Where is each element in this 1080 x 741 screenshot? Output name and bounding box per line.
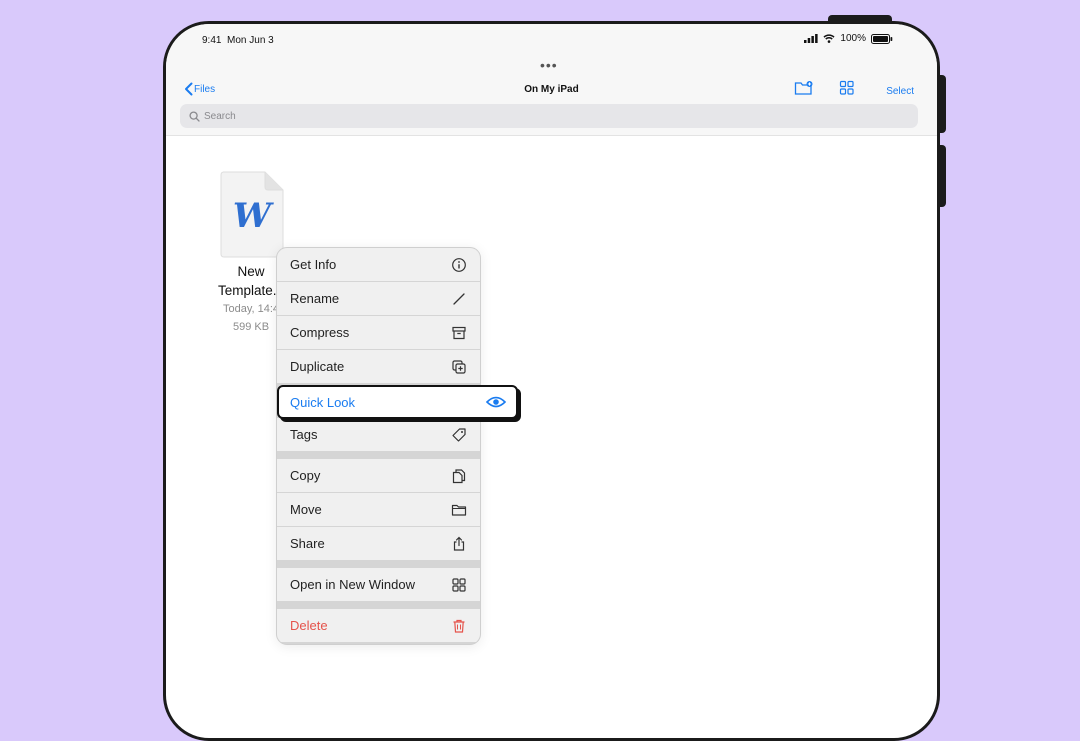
status-indicators: 100%	[804, 33, 893, 44]
battery-icon	[871, 33, 893, 44]
menu-item-label: Duplicate	[290, 359, 345, 374]
window-grid-icon	[452, 577, 466, 592]
search-field[interactable]: Search	[180, 104, 918, 128]
menu-item-label: Move	[290, 502, 322, 517]
status-time: 9:41 Mon Jun 3	[202, 35, 274, 46]
menu-item-copy[interactable]: Copy	[277, 459, 480, 492]
duplicate-icon	[452, 359, 466, 374]
wifi-icon	[823, 34, 835, 43]
menu-item-tags[interactable]: Tags	[277, 418, 480, 451]
cellular-signal-icon	[804, 34, 819, 43]
menu-item-move[interactable]: Move	[277, 493, 480, 526]
menu-item-rename[interactable]: Rename	[277, 282, 480, 315]
menu-item-label: Compress	[290, 325, 350, 340]
menu-item-quick-look[interactable]: Quick Look	[277, 385, 518, 419]
status-date: Mon Jun 3	[227, 35, 274, 46]
menu-item-label: Share	[290, 536, 325, 551]
menu-item-share[interactable]: Share	[277, 527, 480, 560]
menu-item-compress[interactable]: Compress	[277, 316, 480, 349]
menu-item-delete[interactable]: Delete	[277, 609, 480, 642]
menu-item-label: Open in New Window	[290, 577, 415, 592]
tag-icon	[452, 427, 466, 442]
select-button[interactable]: Select	[886, 86, 914, 97]
menu-item-label: Get Info	[290, 257, 337, 272]
multitasking-dots[interactable]: •••	[540, 57, 558, 73]
folder-icon	[451, 504, 467, 516]
eye-icon	[486, 396, 506, 408]
menu-item-label: Copy	[290, 468, 321, 483]
menu-item-duplicate[interactable]: Duplicate	[277, 350, 480, 383]
new-folder-icon[interactable]	[794, 80, 814, 96]
battery-percent: 100%	[840, 33, 866, 44]
info-circle-icon	[452, 257, 466, 272]
menu-item-label: Quick Look	[290, 394, 356, 410]
word-glyph: W	[233, 196, 274, 236]
menu-item-open-new-window[interactable]: Open in New Window	[277, 568, 480, 601]
navigation-header: 9:41 Mon Jun 3 100% ••• Files On My iPad…	[166, 24, 937, 136]
copy-icon	[452, 468, 466, 483]
status-clock: 9:41	[202, 35, 222, 46]
share-icon	[453, 536, 465, 551]
trash-icon	[453, 619, 465, 633]
menu-item-label: Rename	[290, 291, 340, 306]
context-menu: Get Info Rename Compress Duplicate Tags …	[276, 247, 481, 645]
search-icon	[189, 110, 200, 122]
word-document-icon[interactable]: W	[219, 170, 285, 258]
menu-item-get-info[interactable]: Get Info	[277, 248, 480, 281]
archive-box-icon	[452, 326, 466, 339]
grid-view-icon[interactable]	[839, 80, 855, 96]
menu-item-label: Delete	[290, 618, 328, 633]
page-title: On My iPad	[524, 84, 579, 95]
search-placeholder: Search	[204, 110, 236, 122]
pencil-icon	[453, 292, 465, 305]
menu-item-label: Tags	[290, 427, 318, 442]
